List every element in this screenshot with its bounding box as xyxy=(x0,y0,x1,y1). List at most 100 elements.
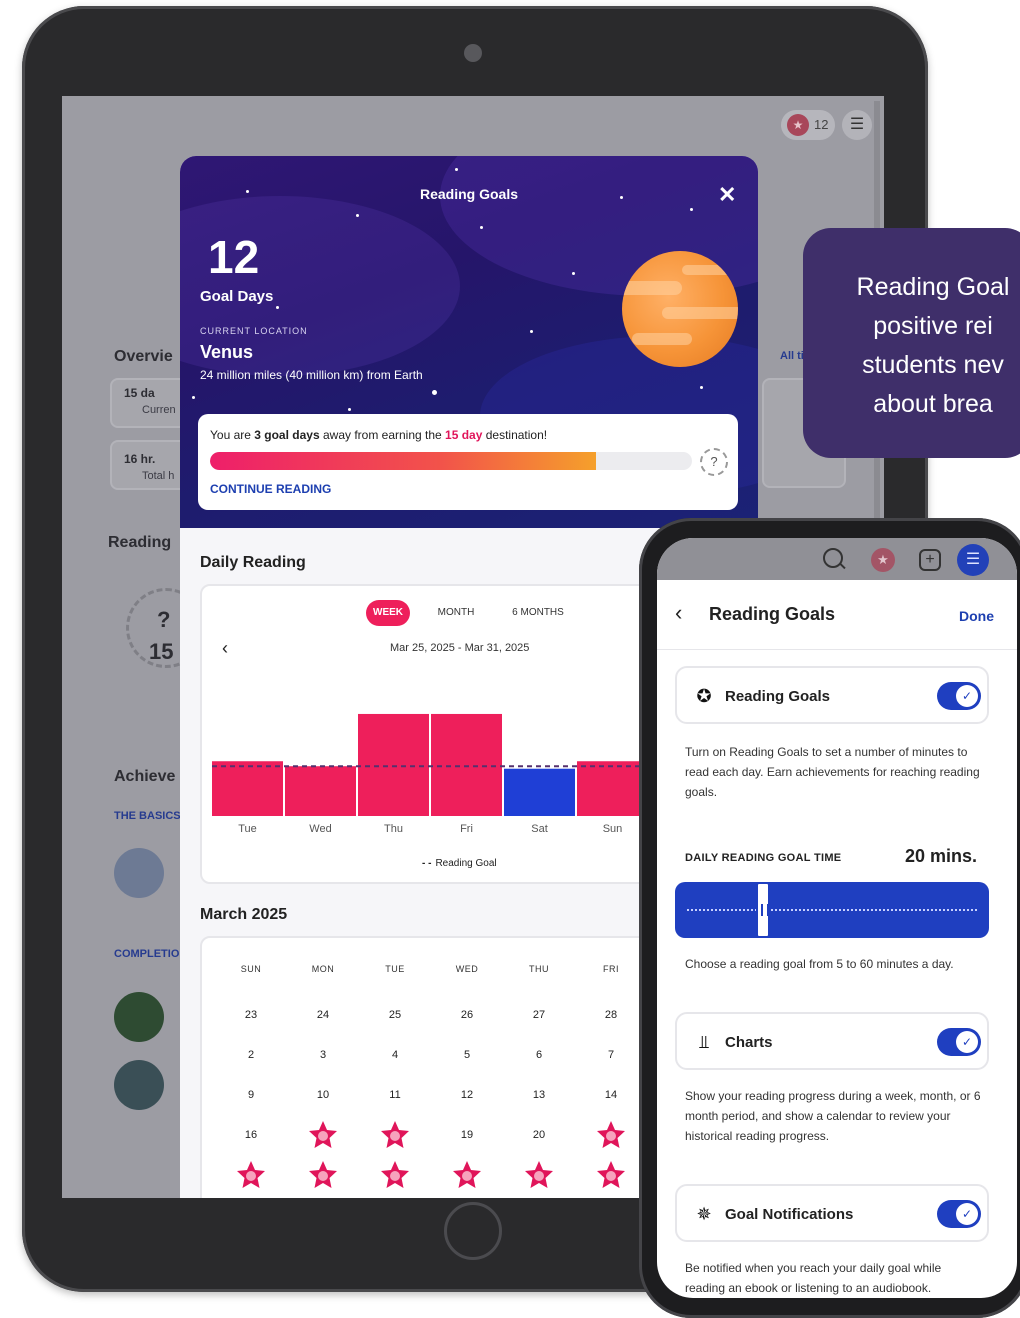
star-coin-icon[interactable]: ★ xyxy=(871,548,895,572)
goal-met-star-icon[interactable] xyxy=(380,1160,410,1190)
calendar-day[interactable]: 10 xyxy=(298,1080,348,1110)
calendar-day[interactable]: 19 xyxy=(442,1120,492,1150)
calendar-day[interactable]: 24 xyxy=(298,1000,348,1030)
calendar-day[interactable]: 5 xyxy=(442,1040,492,1070)
calendar-header-thu: THU xyxy=(529,964,549,974)
reading-heading: Reading xyxy=(108,534,172,551)
progress-bar-fill xyxy=(210,452,596,470)
calendar-day[interactable]: 9 xyxy=(226,1080,276,1110)
charts-setting: ⫫ Charts ✓ xyxy=(675,1012,989,1070)
the-basics-label: THE BASICS xyxy=(114,810,181,822)
callout-text: Reading Goal positive rei students nev a… xyxy=(856,273,1010,418)
badge-number: 15 xyxy=(149,639,174,664)
completion-label: COMPLETIO xyxy=(114,948,180,960)
close-button[interactable]: ✕ xyxy=(718,182,736,208)
calendar-day[interactable]: 23 xyxy=(226,1000,276,1030)
calendar-day[interactable]: 27 xyxy=(514,1000,564,1030)
modal-hero: Reading Goals ✕ 12 Goal Days CURRENT LOC… xyxy=(180,156,758,528)
slider-help-text: Choose a reading goal from 5 to 60 minut… xyxy=(685,957,954,971)
goal-met-star-icon[interactable] xyxy=(236,1160,266,1190)
continue-reading-link[interactable]: CONTINUE READING xyxy=(210,482,331,496)
streak-card: 15 da Curren xyxy=(110,378,190,428)
menu-icon[interactable]: ☰ xyxy=(957,544,989,576)
badge-help-mark: ? xyxy=(157,607,171,632)
achievements-heading: Achieve xyxy=(114,768,176,785)
bar-thu xyxy=(358,713,429,816)
toggle-check-icon: ✓ xyxy=(956,685,978,707)
chart-date-range: Mar 25, 2025 - Mar 31, 2025 xyxy=(390,642,530,654)
calendar-day[interactable]: 25 xyxy=(370,1000,420,1030)
calendar-day[interactable]: 20 xyxy=(514,1120,564,1150)
goal-time-slider[interactable] xyxy=(675,882,989,938)
slider-thumb[interactable] xyxy=(756,882,770,938)
overview-heading: Overvie xyxy=(114,348,173,365)
goal-met-star-icon[interactable] xyxy=(308,1160,338,1190)
goal-met-star-icon[interactable] xyxy=(308,1120,338,1150)
tab-month[interactable]: MONTH xyxy=(428,600,484,626)
modal-title: Reading Goals xyxy=(419,186,519,202)
notifications-toggle[interactable]: ✓ xyxy=(937,1200,981,1228)
x-tick-fri: Fri xyxy=(460,823,473,835)
done-button[interactable]: Done xyxy=(959,608,994,624)
tab-week[interactable]: WEEK xyxy=(366,600,410,626)
goal-met-star-icon[interactable] xyxy=(524,1160,554,1190)
tablet-home-button[interactable] xyxy=(444,1202,502,1260)
calendar-day[interactable]: 3 xyxy=(298,1040,348,1070)
calendar-day[interactable]: 12 xyxy=(442,1080,492,1110)
total-time-card: 16 hr. Total h xyxy=(110,440,190,490)
notification-star-icon: ✵ xyxy=(696,1204,712,1224)
calendar-day[interactable]: 4 xyxy=(370,1040,420,1070)
calendar-day[interactable]: 28 xyxy=(586,1000,636,1030)
streak-value: 15 da xyxy=(124,386,155,400)
tab-6-months[interactable]: 6 MONTHS xyxy=(502,600,574,626)
calendar-day[interactable]: 6 xyxy=(514,1040,564,1070)
reading-goals-toggle[interactable]: ✓ xyxy=(937,682,981,710)
reading-goals-description: Turn on Reading Goals to set a number of… xyxy=(685,745,980,799)
venus-planet-icon xyxy=(622,251,738,367)
goal-time-label: DAILY READING GOAL TIME xyxy=(685,852,842,864)
calendar-day[interactable]: 26 xyxy=(442,1000,492,1030)
calendar-day[interactable]: 14 xyxy=(586,1080,636,1110)
goal-met-star-icon[interactable] xyxy=(452,1160,482,1190)
calendar-day[interactable]: 7 xyxy=(586,1040,636,1070)
progress-bar xyxy=(210,452,692,470)
previous-week-button[interactable]: ‹ xyxy=(222,638,228,659)
daily-reading-title: Daily Reading xyxy=(200,554,306,571)
location-name: Venus xyxy=(200,342,254,362)
chart-legend: - - Reading Goal xyxy=(422,858,497,869)
calendar-day[interactable]: 13 xyxy=(514,1080,564,1110)
location-distance: 24 million miles (40 million km) from Ea… xyxy=(200,368,423,382)
search-icon[interactable] xyxy=(823,548,843,568)
menu-button[interactable]: ☰ xyxy=(842,110,872,140)
bar-wed xyxy=(285,766,356,816)
phone-screen: ★ + ☰ ‹ Reading Goals Done ✪ Reading Goa… xyxy=(657,538,1017,1298)
legend-reading-goal: Reading Goal xyxy=(435,858,497,869)
charts-toggle-label: Charts xyxy=(725,1034,773,1051)
goal-met-star-icon[interactable] xyxy=(380,1120,410,1150)
charts-description: Show your reading progress during a week… xyxy=(685,1089,981,1143)
calendar-header-fri: FRI xyxy=(603,964,619,974)
goal-met-star-icon[interactable] xyxy=(596,1160,626,1190)
goal-met-star-icon[interactable] xyxy=(596,1120,626,1150)
calendar-day[interactable]: 2 xyxy=(226,1040,276,1070)
goal-days-label: Goal Days xyxy=(200,288,274,305)
total-caption: Total h xyxy=(142,470,175,482)
reading-goals-setting: ✪ Reading Goals ✓ xyxy=(675,666,989,724)
slider-track xyxy=(687,909,977,911)
streak-caption: Curren xyxy=(142,404,176,416)
phone-top-bar: ★ + ☰ xyxy=(657,538,1017,580)
calendar-day[interactable]: 16 xyxy=(226,1120,276,1150)
add-icon[interactable]: + xyxy=(919,549,941,571)
bar-sat xyxy=(504,768,575,816)
next-destination-help-icon[interactable]: ? xyxy=(700,448,728,476)
phone-header: ‹ Reading Goals Done xyxy=(657,580,1017,650)
calendar-day[interactable]: 11 xyxy=(370,1080,420,1110)
calendar-header-tue: TUE xyxy=(385,964,405,974)
coins-badge[interactable]: ★ 12 xyxy=(781,110,835,140)
mountain-achievement-icon xyxy=(114,1060,164,1110)
goal-time-value: 20 mins. xyxy=(905,846,978,866)
charts-toggle[interactable]: ✓ xyxy=(937,1028,981,1056)
reading-goals-toggle-label: Reading Goals xyxy=(725,688,831,705)
back-button[interactable]: ‹ xyxy=(675,600,682,626)
achievement-avatar-icon xyxy=(114,848,164,898)
